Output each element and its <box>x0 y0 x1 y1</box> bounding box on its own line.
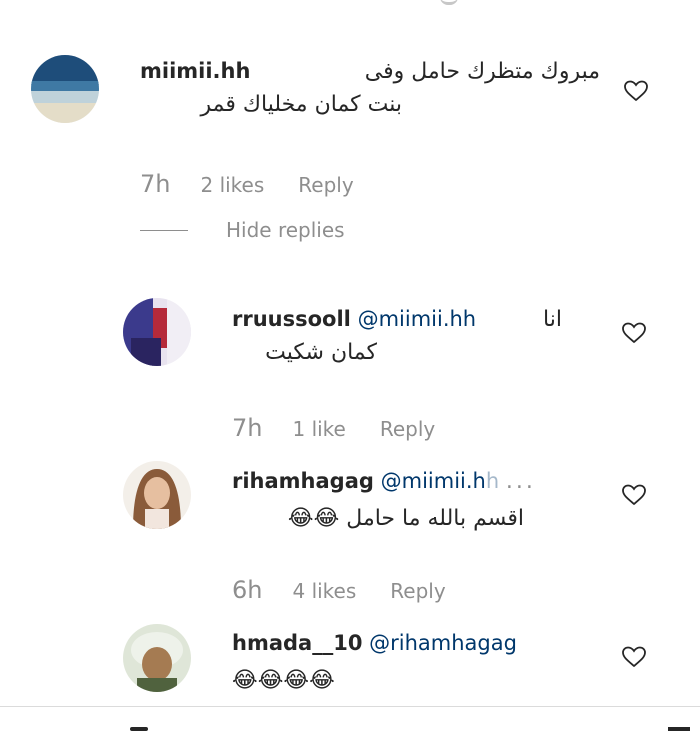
avatar[interactable] <box>123 461 191 529</box>
reply-text: كمان شكيت <box>265 340 377 365</box>
reply-meta: 6h 4 likes Reply <box>232 576 446 604</box>
heart-icon[interactable] <box>622 322 646 344</box>
reply-username[interactable]: hmada__10 <box>232 631 362 655</box>
menu-icon[interactable] <box>668 727 690 731</box>
reply-meta: 7h 1 like Reply <box>232 414 435 442</box>
reply-text: 😂😂😂😂 <box>232 668 335 693</box>
avatar[interactable] <box>123 298 191 366</box>
reply-text: انا <box>543 307 562 332</box>
action-icon[interactable] <box>130 727 148 731</box>
likes-count[interactable]: 4 likes <box>292 579 356 603</box>
timestamp[interactable]: 6h <box>232 576 262 604</box>
heart-icon[interactable] <box>622 484 646 506</box>
timestamp[interactable]: 7h <box>232 414 262 442</box>
comment-meta: 7h 2 likes Reply <box>140 170 354 198</box>
comment-text: مبروك متظرك حامل وفى <box>364 59 600 84</box>
comment-text: بنت كمان مخلياك قمر <box>200 92 402 117</box>
mention-link-fade: h <box>485 469 500 493</box>
likes-count[interactable]: 1 like <box>292 417 345 441</box>
hide-replies-label: Hide replies <box>226 218 345 242</box>
reply-button[interactable]: Reply <box>298 173 353 197</box>
likes-count[interactable]: 2 likes <box>200 173 264 197</box>
comment-username[interactable]: miimii.hh <box>140 55 250 88</box>
mention-link[interactable]: @miimii.h <box>381 469 486 493</box>
reply-button[interactable]: Reply <box>390 579 445 603</box>
reply-button[interactable]: Reply <box>380 417 435 441</box>
mention-link[interactable]: @miimii.hh <box>358 307 477 331</box>
timestamp[interactable]: 7h <box>140 170 170 198</box>
bottom-action-bar <box>0 706 700 731</box>
reply-text: اقسم بالله ما حامل 😂😂 <box>287 506 524 531</box>
previous-comment-cut <box>0 0 700 10</box>
avatar[interactable] <box>123 624 191 692</box>
heart-icon[interactable] <box>622 646 646 668</box>
hide-replies-button[interactable]: Hide replies <box>140 218 345 242</box>
divider <box>140 229 188 231</box>
more-dots-icon[interactable]: ... <box>506 469 536 494</box>
reply-username[interactable]: rruussooll <box>232 307 351 331</box>
mention-link[interactable]: @rihamhagag <box>369 631 517 655</box>
heart-icon[interactable] <box>624 80 648 102</box>
avatar[interactable] <box>31 55 99 123</box>
reply-username[interactable]: rihamhagag <box>232 469 374 493</box>
